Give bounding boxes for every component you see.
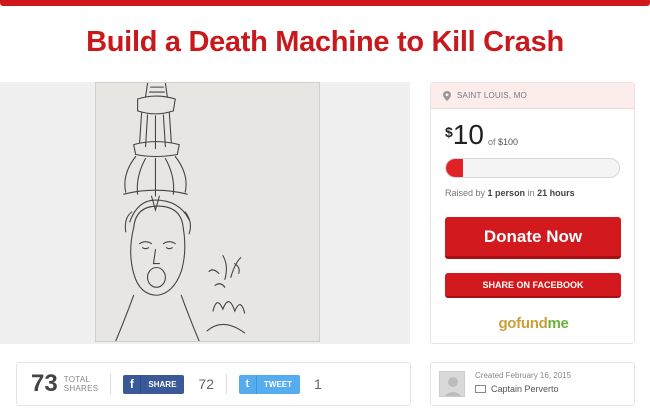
mail-icon — [475, 385, 486, 393]
facebook-icon: f — [123, 374, 142, 394]
brand-me: me — [547, 315, 569, 332]
location-bar: SAINT LOUIS, MO — [431, 83, 634, 109]
creator-contact[interactable]: Captain Perverto — [475, 384, 559, 394]
share-on-facebook-button[interactable]: SHARE ON FACEBOOK — [445, 273, 621, 298]
share-divider — [226, 374, 227, 394]
currency-symbol: $ — [445, 124, 453, 140]
raised-by-time: 21 hours — [537, 188, 575, 198]
twitter-icon: t — [239, 374, 257, 394]
total-shares-label-line2: SHARES — [63, 384, 99, 393]
brand-fund: fund — [516, 315, 548, 332]
twitter-tweet-label: TWEET — [264, 379, 292, 389]
creator-name: Captain Perverto — [491, 384, 559, 394]
twitter-tweet-button[interactable]: t TWEET — [239, 374, 300, 394]
top-accent-strip — [0, 0, 650, 6]
sketch-drawing — [96, 83, 319, 341]
progress-fill — [446, 159, 464, 177]
total-shares-label-line1: TOTAL — [63, 375, 91, 384]
share-bar: 73 TOTAL SHARES f SHARE 72 t TWEET 1 — [16, 362, 411, 406]
goal-amount: $100 — [497, 137, 519, 147]
raised-by-prefix: Raised by — [445, 188, 486, 198]
avatar-placeholder-icon[interactable] — [439, 371, 465, 397]
raised-amount: 10 — [452, 119, 484, 150]
facebook-share-count: 72 — [198, 376, 214, 392]
donate-now-button[interactable]: Donate Now — [445, 217, 621, 259]
twitter-share-count: 1 — [314, 376, 322, 392]
created-date: Created February 16, 2015 — [475, 371, 572, 380]
gofundme-logo[interactable]: gofundme — [431, 315, 636, 332]
total-shares-label: TOTAL SHARES — [64, 375, 99, 393]
donation-card: SAINT LOUIS, MO $ 10 of $100 Raised by 1… — [430, 82, 635, 344]
campaign-location: SAINT LOUIS, MO — [457, 91, 527, 100]
total-shares-count: 73 — [31, 370, 58, 397]
amount-raised: $ 10 of $100 — [445, 121, 518, 149]
raised-by-text: Raised by 1 person in 21 hours — [445, 188, 575, 198]
location-pin-icon — [443, 90, 451, 101]
goal-text: of $100 — [488, 137, 518, 147]
brand-go: go — [498, 315, 517, 332]
raised-by-mid: in — [527, 188, 535, 198]
share-divider — [110, 374, 112, 394]
progress-bar — [445, 158, 620, 178]
goal-prefix: of — [487, 137, 496, 147]
facebook-share-button[interactable]: f SHARE — [123, 374, 185, 394]
campaign-photo[interactable] — [95, 82, 320, 342]
campaign-title: Build a Death Machine to Kill Crash — [86, 26, 564, 58]
raised-by-people: 1 person — [487, 188, 526, 198]
facebook-share-label: SHARE — [148, 379, 177, 389]
creator-card: Created February 16, 2015 Captain Perver… — [430, 362, 635, 406]
